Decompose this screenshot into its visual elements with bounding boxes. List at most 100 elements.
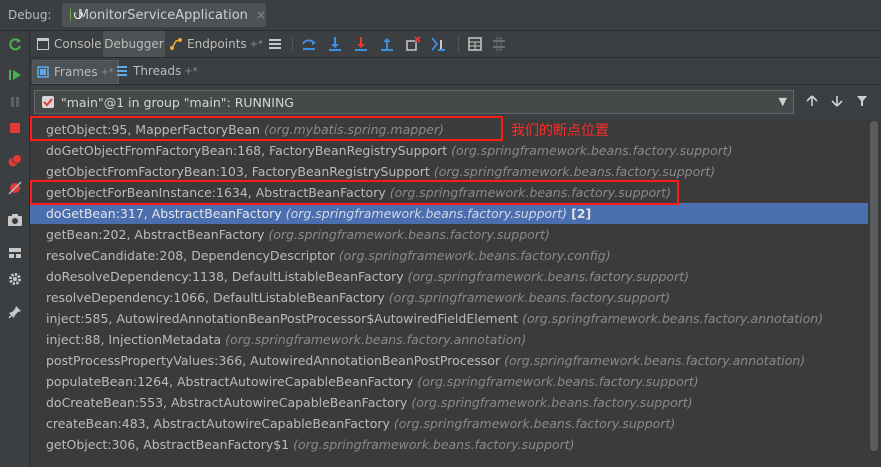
frame-method: createBean:483, AbstractAutowireCapableB…: [46, 416, 390, 431]
run-config-name: MonitorServiceApplication: [77, 7, 248, 23]
frame-package: (org.springframework.beans.factory.suppo…: [293, 437, 575, 452]
frame-row[interactable]: postProcessPropertyValues:366, Autowired…: [30, 350, 868, 371]
tab-console[interactable]: Console: [34, 31, 102, 57]
frames-threads-bar: Frames +* Threads +*: [30, 58, 881, 85]
frame-row[interactable]: resolveDependency:1066, DefaultListableB…: [30, 287, 868, 308]
left-debug-toolbar: [0, 31, 30, 467]
drop-frame-icon[interactable]: [404, 35, 422, 53]
frames-scrollbar[interactable]: [868, 119, 881, 467]
step-out-icon[interactable]: [378, 35, 396, 53]
pin-tab-icon[interactable]: +*: [250, 39, 263, 50]
frame-package: (org.springframework.beans.factory.suppo…: [393, 416, 676, 431]
view-breakpoints-icon[interactable]: [5, 151, 24, 170]
thread-selector-row: "main"@1 in group "main": RUNNING ▼: [30, 85, 881, 119]
spring-boot-icon: [70, 8, 80, 22]
trace-stream-icon[interactable]: [490, 35, 508, 53]
frame-count: [2]: [571, 206, 592, 221]
stop-icon[interactable]: [5, 118, 24, 137]
frame-method: resolveCandidate:208, DependencyDescript…: [46, 248, 335, 263]
thread-selected-label: "main"@1 in group "main": RUNNING: [61, 94, 294, 110]
console-icon: [37, 38, 49, 50]
frame-package: (org.springframework.beans.factory.suppo…: [411, 395, 693, 410]
frame-row[interactable]: getObject:306, AbstractBeanFactory$1 (or…: [30, 434, 868, 455]
frame-package: (org.springframework.beans.factory.annot…: [504, 353, 806, 368]
frame-row[interactable]: populateBean:1264, AbstractAutowireCapab…: [30, 371, 868, 392]
tab-threads[interactable]: Threads +*: [112, 60, 202, 82]
step-over-icon[interactable]: [300, 35, 318, 53]
frame-row[interactable]: doCreateBean:553, AbstractAutowireCapabl…: [30, 392, 868, 413]
tab-threads-label: Threads: [133, 64, 182, 78]
frame-package: (org.springframework.beans.factory.confi…: [338, 248, 611, 263]
frame-row[interactable]: doGetObjectFromFactoryBean:168, FactoryB…: [30, 140, 868, 161]
rerun-icon[interactable]: [5, 35, 24, 54]
tab-debugger[interactable]: Debugger: [103, 31, 165, 57]
frame-package: (org.springframework.beans.factory.suppo…: [268, 227, 550, 242]
frame-method: doCreateBean:553, AbstractAutowireCapabl…: [46, 395, 408, 410]
frame-method: getObject:306, AbstractBeanFactory$1: [46, 437, 290, 452]
camera-icon[interactable]: [5, 210, 24, 229]
frame-package: (org.springframework.beans.factory.suppo…: [388, 290, 671, 305]
frame-package: (org.springframework.beans.factory.annot…: [522, 311, 824, 326]
highlight-box-breakpoint: [30, 116, 503, 141]
mute-breakpoints-icon[interactable]: [5, 178, 24, 197]
settings-icon[interactable]: [5, 269, 24, 288]
frame-method: doResolveDependency:1138, DefaultListabl…: [46, 269, 404, 284]
frame-row[interactable]: doGetBean:317, AbstractBeanFactory (org.…: [30, 203, 868, 224]
layout-icon[interactable]: [5, 243, 24, 262]
run-config-tab[interactable]: MonitorServiceApplication ×: [62, 3, 266, 27]
arrow-up-icon[interactable]: [802, 91, 822, 111]
arrow-down-icon[interactable]: [827, 91, 847, 111]
thread-breakpoint-icon: [42, 96, 54, 108]
thread-dropdown[interactable]: "main"@1 in group "main": RUNNING ▼: [34, 90, 794, 114]
frame-row[interactable]: getObjectFromFactoryBean:103, FactoryBea…: [30, 161, 868, 182]
frame-row[interactable]: getBean:202, AbstractBeanFactory (org.sp…: [30, 224, 868, 245]
frame-package: (org.springframework.beans.factory.suppo…: [433, 164, 716, 179]
filter-icon[interactable]: [852, 91, 872, 111]
run-to-cursor-icon[interactable]: [430, 35, 448, 53]
resume-icon[interactable]: [5, 65, 24, 84]
frame-method: inject:585, AutowiredAnnotationBeanPostP…: [46, 311, 519, 326]
frame-row[interactable]: resolveCandidate:208, DependencyDescript…: [30, 245, 868, 266]
breakpoint-annotation: 我们的断点位置: [511, 123, 609, 139]
close-tab-icon[interactable]: ×: [256, 8, 266, 22]
tab-frames[interactable]: Frames +*: [32, 60, 120, 84]
scrollbar-thumb[interactable]: [870, 121, 878, 451]
show-execution-point-icon[interactable]: [266, 35, 284, 53]
toolbar-separator: [292, 36, 293, 52]
chevron-down-icon: ▼: [778, 95, 787, 108]
tab-endpoints-label: Endpoints: [187, 37, 247, 51]
tab-frames-label: Frames: [54, 65, 98, 79]
debug-title-bar: Debug: MonitorServiceApplication ×: [0, 0, 881, 31]
frames-list: getObject:95, MapperFactoryBean (org.myb…: [30, 119, 868, 467]
frame-row[interactable]: inject:88, InjectionMetadata (org.spring…: [30, 329, 868, 350]
frame-method: resolveDependency:1066, DefaultListableB…: [46, 290, 385, 305]
frame-package: (org.springframework.beans.factory.suppo…: [451, 143, 733, 158]
frame-package: (org.springframework.beans.factory.suppo…: [285, 206, 568, 221]
frame-package: (org.springframework.beans.factory.annot…: [225, 332, 527, 347]
tab-debugger-label: Debugger: [104, 37, 164, 51]
pause-icon[interactable]: [5, 92, 24, 111]
threads-icon: [117, 66, 127, 76]
debug-toolbar: Console Debugger Endpoints +*: [30, 31, 881, 58]
tab-console-label: Console: [54, 37, 102, 51]
frame-method: getObjectFromFactoryBean:103, FactoryBea…: [46, 164, 430, 179]
pin-threads-icon[interactable]: +*: [184, 66, 197, 77]
frame-row[interactable]: createBean:483, AbstractAutowireCapableB…: [30, 413, 868, 434]
frame-method: postProcessPropertyValues:366, Autowired…: [46, 353, 501, 368]
frame-method: getBean:202, AbstractBeanFactory: [46, 227, 265, 242]
step-into-icon[interactable]: [326, 35, 344, 53]
frame-method: populateBean:1264, AbstractAutowireCapab…: [46, 374, 414, 389]
evaluate-expression-icon[interactable]: [466, 35, 484, 53]
frame-package: (org.springframework.beans.factory.suppo…: [417, 374, 699, 389]
highlight-box-bean-instance: [30, 180, 679, 205]
endpoints-icon: [170, 38, 182, 50]
frame-row[interactable]: doResolveDependency:1138, DefaultListabl…: [30, 266, 868, 287]
frames-icon: [37, 66, 49, 78]
force-step-into-icon[interactable]: [352, 35, 370, 53]
tab-endpoints[interactable]: Endpoints +*: [169, 31, 265, 57]
frame-row[interactable]: inject:585, AutowiredAnnotationBeanPostP…: [30, 308, 868, 329]
toolbar-separator: [458, 36, 459, 52]
pin-icon[interactable]: [5, 302, 24, 321]
debug-label: Debug:: [8, 8, 52, 22]
frame-package: (org.springframework.beans.factory.suppo…: [407, 269, 690, 284]
